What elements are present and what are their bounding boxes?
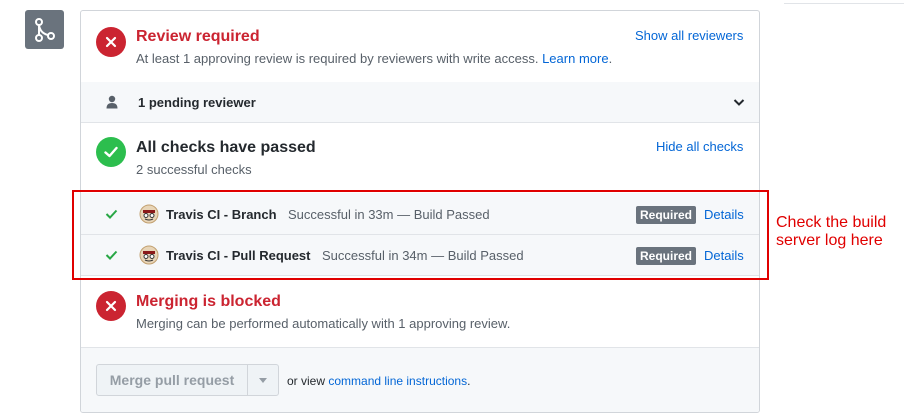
annotation-text: Check the build server log here <box>776 214 887 249</box>
review-description-text: At least 1 approving review is required … <box>136 51 539 66</box>
review-failed-icon <box>96 27 126 57</box>
merge-blocked-icon <box>96 291 126 321</box>
checks-subtitle: 2 successful checks <box>136 162 252 177</box>
or-view-text: or view <box>287 374 326 388</box>
merge-pull-request-button[interactable]: Merge pull request <box>96 364 248 396</box>
caret-down-icon <box>259 377 267 383</box>
review-required-description: At least 1 approving review is required … <box>136 51 612 66</box>
merge-blocked-title: Merging is blocked <box>136 293 281 310</box>
git-merge-icon <box>25 10 64 49</box>
checks-highlight-box <box>72 190 769 280</box>
merge-blocked-description: Merging can be performed automatically w… <box>136 316 511 331</box>
pending-reviewer-label: 1 pending reviewer <box>138 95 256 110</box>
learn-more-link[interactable]: Learn more <box>542 51 608 66</box>
section-divider <box>81 122 759 123</box>
review-required-title: Review required <box>136 28 260 45</box>
hide-all-checks-link[interactable]: Hide all checks <box>656 139 743 154</box>
checks-title: All checks have passed <box>136 139 316 156</box>
command-line-hint: or view command line instructions. <box>287 374 470 388</box>
checks-passed-icon <box>96 137 126 167</box>
show-all-reviewers-link[interactable]: Show all reviewers <box>635 28 743 43</box>
page-divider-line <box>784 3 904 4</box>
merge-period: . <box>467 374 471 388</box>
merge-action-area: Merge pull request or view command line … <box>81 348 759 412</box>
review-period: . <box>608 51 613 66</box>
command-line-instructions-link[interactable]: command line instructions <box>328 374 467 388</box>
merge-options-dropdown[interactable] <box>247 364 279 396</box>
chevron-down-icon[interactable] <box>733 98 745 107</box>
pending-reviewer-row[interactable]: 1 pending reviewer <box>81 82 759 122</box>
person-icon <box>106 95 118 109</box>
